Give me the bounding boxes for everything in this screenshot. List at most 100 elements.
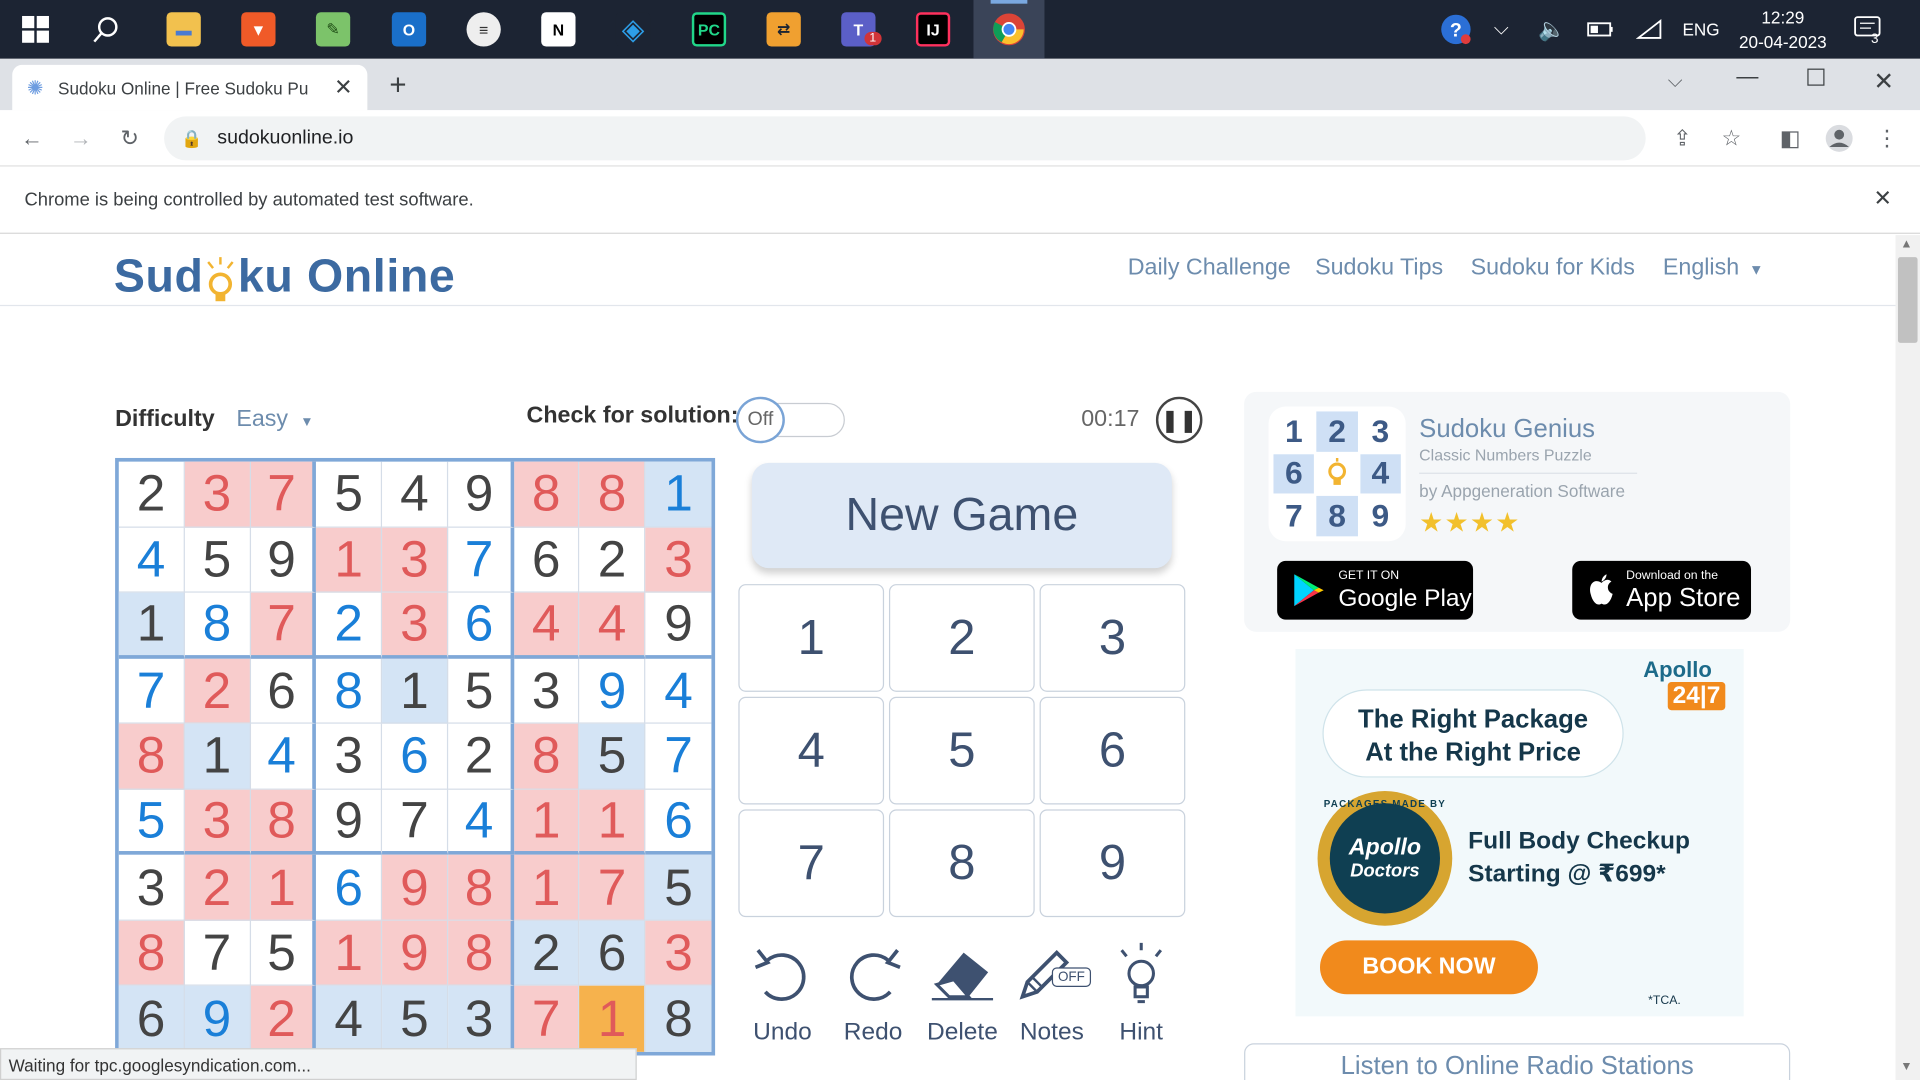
sudoku-cell-r4c1[interactable]: 7 xyxy=(118,658,185,724)
sudoku-cell-r2c5[interactable]: 3 xyxy=(382,527,449,593)
teams-icon[interactable]: T1 xyxy=(823,0,894,59)
app-store-badge[interactable]: Download on the App Store xyxy=(1572,560,1752,620)
sudoku-cell-r2c4[interactable]: 1 xyxy=(316,527,383,593)
sudoku-cell-r7c9[interactable]: 5 xyxy=(645,855,712,921)
sudoku-cell-r4c9[interactable]: 4 xyxy=(645,658,712,724)
sudoku-cell-r1c3[interactable]: 7 xyxy=(250,461,317,528)
numpad-key-2[interactable]: 2 xyxy=(888,584,1035,692)
bookmark-star-icon[interactable]: ☆ xyxy=(1714,121,1748,155)
sudoku-cell-r9c8[interactable]: 1 xyxy=(579,986,646,1052)
sudoku-cell-r6c3[interactable]: 8 xyxy=(250,789,317,856)
numpad-key-3[interactable]: 3 xyxy=(1039,584,1186,692)
sudoku-cell-r8c8[interactable]: 6 xyxy=(579,920,646,987)
radio-stations-link[interactable]: Listen to Online Radio Stations xyxy=(1244,1043,1791,1080)
back-icon[interactable]: ← xyxy=(15,121,49,155)
side-panel-icon[interactable]: ◧ xyxy=(1773,121,1807,155)
nav-daily-challenge[interactable]: Daily Challenge xyxy=(1128,255,1291,282)
windows-start-icon[interactable] xyxy=(0,0,71,59)
sudoku-cell-r2c8[interactable]: 2 xyxy=(579,527,646,593)
sudoku-cell-r1c5[interactable]: 4 xyxy=(382,461,449,528)
sudoku-cell-r5c9[interactable]: 7 xyxy=(645,724,712,790)
sudoku-cell-r9c2[interactable]: 9 xyxy=(184,986,251,1052)
sudoku-cell-r9c7[interactable]: 7 xyxy=(513,986,580,1052)
sudoku-cell-r8c5[interactable]: 9 xyxy=(382,920,449,987)
scrollbar-thumb[interactable] xyxy=(1897,257,1918,343)
sudoku-cell-r1c9[interactable]: 1 xyxy=(645,461,712,528)
redo-button[interactable]: Redo xyxy=(829,938,917,1047)
numpad-key-5[interactable]: 5 xyxy=(888,696,1035,805)
numpad-key-8[interactable]: 8 xyxy=(888,809,1035,918)
browser-tab[interactable]: ✺ Sudoku Online | Free Sudoku Pu ✕ xyxy=(12,64,368,111)
sudoku-cell-r4c7[interactable]: 3 xyxy=(513,658,580,724)
notes-button[interactable]: OFF Notes xyxy=(1008,938,1096,1047)
notion-icon[interactable]: N xyxy=(523,0,594,59)
sudoku-cell-r7c7[interactable]: 1 xyxy=(513,855,580,921)
sudoku-cell-r9c3[interactable]: 2 xyxy=(250,986,317,1052)
chrome-icon[interactable] xyxy=(973,0,1045,59)
brave-browser-icon[interactable]: ▼ xyxy=(223,0,294,59)
sudoku-cell-r7c4[interactable]: 6 xyxy=(316,855,383,921)
sudoku-cell-r5c6[interactable]: 2 xyxy=(448,723,514,790)
sudoku-cell-r4c2[interactable]: 2 xyxy=(184,658,251,724)
restore-icon[interactable] xyxy=(1807,68,1825,86)
sudoku-cell-r3c9[interactable]: 9 xyxy=(645,593,712,659)
sudoku-cell-r7c5[interactable]: 9 xyxy=(382,855,449,921)
sudoku-cell-r5c8[interactable]: 5 xyxy=(579,723,646,790)
sudoku-cell-r4c6[interactable]: 5 xyxy=(448,658,514,724)
sudoku-cell-r1c4[interactable]: 5 xyxy=(316,461,383,528)
sudoku-cell-r6c8[interactable]: 1 xyxy=(579,789,646,856)
app-title[interactable]: Sudoku Genius xyxy=(1419,415,1595,444)
sudoku-cell-r2c3[interactable]: 9 xyxy=(250,527,317,593)
sudoku-cell-r3c3[interactable]: 7 xyxy=(250,592,317,659)
language-indicator[interactable]: ENG xyxy=(1682,0,1719,59)
search-icon[interactable] xyxy=(71,0,142,59)
ad-book-now-button[interactable]: BOOK NOW xyxy=(1320,940,1538,995)
sudoku-cell-r8c2[interactable]: 7 xyxy=(184,920,251,987)
sudoku-cell-r2c6[interactable]: 7 xyxy=(448,527,514,593)
close-window-icon[interactable]: ✕ xyxy=(1873,66,1894,97)
sudoku-cell-r5c1[interactable]: 8 xyxy=(118,723,185,790)
sudoku-cell-r6c7[interactable]: 1 xyxy=(513,789,580,856)
sudoku-cell-r6c1[interactable]: 5 xyxy=(118,789,185,856)
notepad-icon[interactable]: ✎ xyxy=(298,0,369,59)
sudoku-cell-r2c1[interactable]: 4 xyxy=(118,527,185,593)
new-tab-button[interactable]: + xyxy=(389,69,406,103)
sudoku-cell-r2c7[interactable]: 6 xyxy=(513,527,580,593)
sudoku-cell-r9c5[interactable]: 5 xyxy=(382,986,449,1052)
minimize-icon[interactable]: — xyxy=(1736,64,1758,90)
tab-search-chevron-icon[interactable]: ⌵ xyxy=(1668,71,1683,93)
sudoku-cell-r6c4[interactable]: 9 xyxy=(316,789,383,856)
intellij-icon[interactable]: IJ xyxy=(898,0,969,59)
sudoku-cell-r4c3[interactable]: 6 xyxy=(250,658,317,724)
pause-button[interactable]: ❚❚ xyxy=(1155,396,1203,444)
numpad-key-1[interactable]: 1 xyxy=(738,584,885,692)
sudoku-cell-r9c4[interactable]: 4 xyxy=(316,986,383,1052)
delete-button[interactable]: Delete xyxy=(918,938,1006,1047)
sudoku-cell-r5c7[interactable]: 8 xyxy=(513,723,580,790)
sudoku-cell-r4c8[interactable]: 9 xyxy=(579,658,646,724)
sudoku-cell-r9c9[interactable]: 8 xyxy=(645,986,712,1052)
sudoku-cell-r7c6[interactable]: 8 xyxy=(448,855,514,921)
scroll-up-icon[interactable]: ▲ xyxy=(1900,238,1912,251)
sudoku-cell-r8c9[interactable]: 3 xyxy=(645,920,712,987)
sudoku-cell-r9c6[interactable]: 3 xyxy=(448,986,514,1052)
sudoku-cell-r1c8[interactable]: 8 xyxy=(579,461,646,528)
forward-icon[interactable]: → xyxy=(64,121,98,155)
app-icon-2[interactable]: ⇄ xyxy=(748,0,819,59)
sudoku-cell-r6c2[interactable]: 3 xyxy=(184,789,251,856)
clock[interactable]: 12:29 20-04-2023 xyxy=(1731,0,1834,59)
undo-button[interactable]: Undo xyxy=(738,938,826,1047)
battery-icon[interactable] xyxy=(1587,0,1614,59)
sudoku-cell-r4c5[interactable]: 1 xyxy=(382,658,449,724)
sudoku-cell-r1c7[interactable]: 8 xyxy=(513,461,580,528)
sudoku-cell-r1c1[interactable]: 2 xyxy=(118,461,185,528)
language-dropdown[interactable]: English ▼ xyxy=(1663,255,1764,282)
scroll-down-icon[interactable]: ▼ xyxy=(1900,1060,1912,1073)
hint-button[interactable]: Hint xyxy=(1097,938,1185,1047)
nav-sudoku-tips[interactable]: Sudoku Tips xyxy=(1315,255,1443,282)
address-bar[interactable]: 🔒 sudokuonline.io xyxy=(164,116,1646,161)
reload-icon[interactable]: ↻ xyxy=(113,121,147,155)
sudoku-cell-r3c2[interactable]: 8 xyxy=(184,592,251,659)
wifi-icon[interactable] xyxy=(1635,0,1663,59)
chevron-up-icon[interactable]: ⌵ xyxy=(1494,0,1509,59)
